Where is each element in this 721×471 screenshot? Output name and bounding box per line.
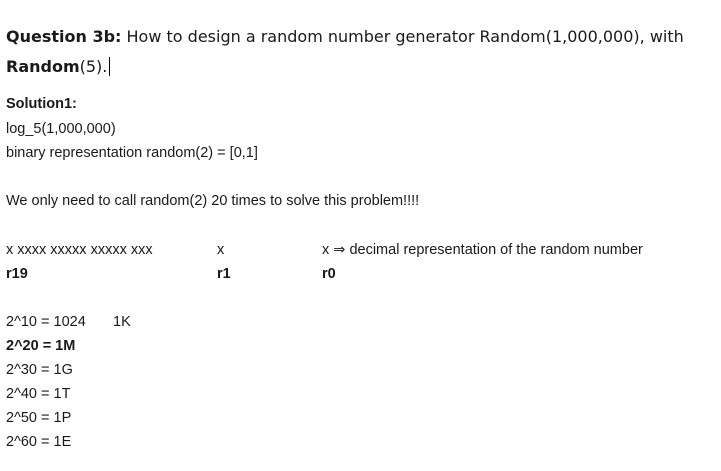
bits-row2-col2: r1 [217, 266, 231, 282]
power-line-5: 2^50 = 1P [6, 410, 72, 426]
bits-row1-col1: x xxxx xxxxx xxxxx xxx [6, 242, 153, 258]
question-text: How to design a random number generator … [121, 27, 684, 46]
solution-heading: Solution1: [6, 96, 77, 112]
solution-line-summary: We only need to call random(2) 20 times … [6, 193, 420, 209]
power-note-1k: 1K [113, 314, 131, 330]
question-random-label: Random [6, 57, 80, 76]
solution-line-binary: binary representation random(2) = [0,1] [6, 145, 258, 161]
text-cursor [109, 57, 111, 76]
power-line-2: 2^20 = 1M [6, 338, 76, 354]
bits-row1-col2: x [217, 242, 225, 258]
power-line-3: 2^30 = 1G [6, 362, 73, 378]
question-label: Question 3b: [6, 27, 122, 46]
power-line-1: 2^10 = 1024 [6, 313, 86, 331]
document-page[interactable]: Question 3b: How to design a random numb… [0, 0, 721, 471]
bits-row2-col3: r0 [322, 266, 336, 282]
question-line-1: Question 3b: How to design a random numb… [6, 27, 684, 47]
bits-row1-col3: x ⇒ decimal representation of the random… [322, 242, 643, 258]
power-line-4: 2^40 = 1T [6, 386, 71, 402]
question-random-arg: (5). [79, 57, 108, 76]
question-line-2: Random(5). [6, 57, 111, 77]
solution-line-log: log_5(1,000,000) [6, 121, 116, 137]
bits-row2-col1: r19 [6, 266, 28, 282]
power-line-6: 2^60 = 1E [6, 434, 72, 450]
power-expression: 2^10 = 1024 [6, 314, 86, 330]
